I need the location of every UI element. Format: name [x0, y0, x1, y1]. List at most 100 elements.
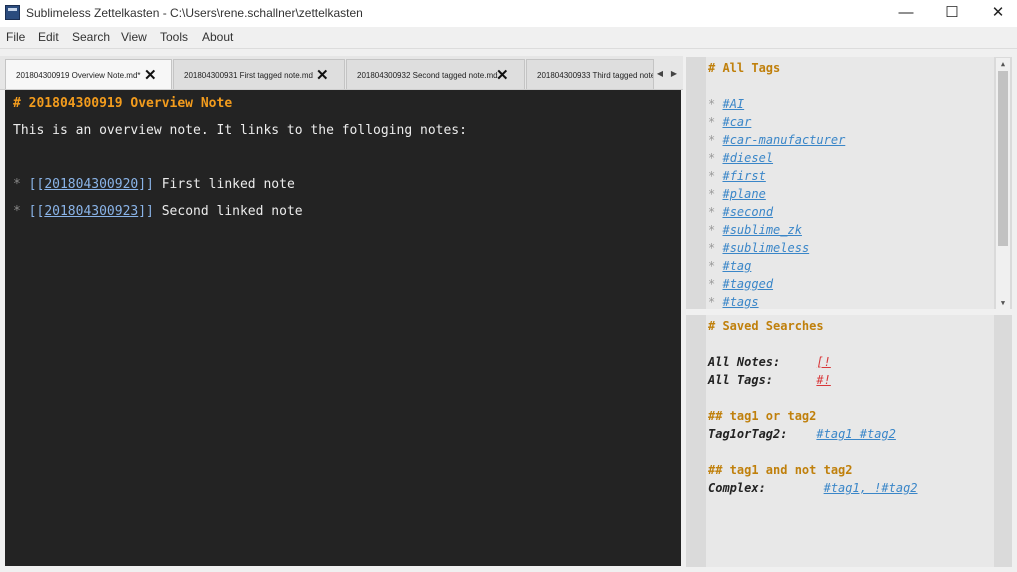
search-label: All Tags:	[708, 373, 774, 387]
tab-label: 201804300933 Third tagged note.md	[537, 71, 653, 80]
tab-overview-note[interactable]: 201804300919 Overview Note.md* ✕	[5, 59, 172, 89]
app-icon	[5, 5, 20, 20]
tag-list-item: * #tag	[708, 259, 751, 273]
tags-scrollbar[interactable]: ▲ ▼	[996, 58, 1010, 309]
scroll-down-icon[interactable]: ▼	[996, 297, 1010, 309]
bullet: *	[708, 223, 716, 237]
tab-label: 201804300932 Second tagged note.md	[357, 71, 498, 80]
tags-heading: # All Tags	[708, 61, 781, 75]
note-heading: # 201804300919 Overview Note	[13, 96, 233, 111]
link-title: Second linked note	[161, 204, 303, 219]
note-link[interactable]: 201804300923	[44, 204, 138, 219]
title-bar: Sublimeless Zettelkasten - C:\Users\rene…	[0, 0, 1017, 27]
tab-close-icon[interactable]: ✕	[144, 66, 157, 84]
bullet: *	[708, 205, 716, 219]
tag-list-item: * #tagged	[708, 277, 773, 291]
note-editor[interactable]: # 201804300919 Overview Note This is an …	[5, 90, 681, 566]
saved-searches-heading: # Saved Searches	[708, 319, 824, 333]
menu-bar: File Edit Search View Tools About	[0, 28, 1017, 49]
search-section-heading: ## tag1 or tag2	[708, 409, 817, 423]
tab-bar: 201804300919 Overview Note.md* ✕ 2018043…	[0, 56, 683, 90]
tag-list-item: * #AI	[708, 97, 744, 111]
link-close-bracket: ]]	[138, 177, 154, 192]
tag-list-item: * #second	[708, 205, 773, 219]
tag-link[interactable]: #tagged	[722, 277, 773, 291]
tag-list-item: * #plane	[708, 187, 766, 201]
tag-list-item: * #tags	[708, 295, 759, 309]
tag-link[interactable]: #AI	[722, 97, 744, 111]
tab-label: 201804300931 First tagged note.md	[184, 71, 313, 80]
tag-list-item: * #diesel	[708, 151, 773, 165]
link-open-bracket: [[	[28, 177, 45, 192]
tag-link[interactable]: #tags	[722, 295, 758, 309]
search-row: All Notes: [!	[708, 355, 831, 369]
bullet: *	[708, 241, 716, 255]
menu-view[interactable]: View	[121, 30, 147, 44]
saved-searches-panel: # Saved Searches All Notes: [! All Tags:…	[686, 315, 1012, 567]
menu-tools[interactable]: Tools	[160, 30, 188, 44]
search-query-link[interactable]: #tag1, !#tag2	[824, 481, 918, 495]
search-row: Tag1orTag2: #tag1 #tag2	[708, 427, 896, 441]
panel-content	[706, 315, 994, 567]
tag-link[interactable]: #plane	[722, 187, 765, 201]
tab-label: 201804300919 Overview Note.md*	[16, 71, 141, 80]
tag-link[interactable]: #sublimeless	[722, 241, 809, 255]
tab-third-tagged-note[interactable]: 201804300933 Third tagged note.md	[526, 59, 654, 89]
window-title: Sublimeless Zettelkasten - C:\Users\rene…	[26, 6, 363, 20]
link-close-bracket: ]]	[138, 204, 154, 219]
tag-link[interactable]: #second	[722, 205, 773, 219]
tag-list-item: * #car-manufacturer	[708, 133, 845, 147]
search-query-link[interactable]: #tag1 #tag2	[816, 427, 895, 441]
search-query-link[interactable]: [!	[816, 355, 830, 369]
search-row: Complex: #tag1, !#tag2	[708, 481, 918, 495]
menu-edit[interactable]: Edit	[38, 30, 59, 44]
menu-file[interactable]: File	[6, 30, 25, 44]
tag-link[interactable]: #sublime_zk	[722, 223, 801, 237]
tab-first-tagged-note[interactable]: 201804300931 First tagged note.md ✕	[173, 59, 345, 89]
menu-search[interactable]: Search	[72, 30, 110, 44]
bullet: *	[708, 259, 716, 273]
bullet: *	[13, 204, 21, 219]
tag-list-item: * #first	[708, 169, 766, 183]
link-open-bracket: [[	[28, 204, 45, 219]
tag-link[interactable]: #diesel	[722, 151, 773, 165]
tab-scroll-right-icon[interactable]: ▶	[668, 59, 680, 89]
bullet: *	[708, 187, 716, 201]
tag-link[interactable]: #tag	[722, 259, 751, 273]
tag-list-item: * #sublimeless	[708, 241, 809, 255]
search-label: All Notes:	[708, 355, 781, 369]
maximize-button[interactable]: ☐	[929, 0, 975, 26]
bullet: *	[708, 277, 716, 291]
close-button[interactable]: ✕	[975, 0, 1017, 26]
tag-link[interactable]: #first	[722, 169, 765, 183]
search-label: Complex:	[708, 481, 766, 495]
tag-list-item: * #sublime_zk	[708, 223, 802, 237]
menu-about[interactable]: About	[202, 30, 233, 44]
note-link-line: * [[201804300920]] First linked note	[13, 177, 295, 192]
scroll-up-icon[interactable]: ▲	[996, 58, 1010, 70]
note-link[interactable]: 201804300920	[44, 177, 138, 192]
all-tags-panel: # All Tags * #AI * #car * #car-manufacture…	[686, 57, 1012, 309]
search-row: All Tags: #!	[708, 373, 831, 387]
scroll-thumb[interactable]	[998, 71, 1008, 246]
bullet: *	[708, 169, 716, 183]
tab-scroll-left-icon[interactable]: ◀	[654, 59, 666, 89]
tab-close-icon[interactable]: ✕	[316, 66, 329, 84]
tab-second-tagged-note[interactable]: 201804300932 Second tagged note.md ✕	[346, 59, 525, 89]
bullet: *	[708, 295, 716, 309]
search-query-link[interactable]: #!	[816, 373, 830, 387]
note-link-line: * [[201804300923]] Second linked note	[13, 204, 303, 219]
tag-link[interactable]: #car-manufacturer	[722, 133, 845, 147]
link-title: First linked note	[161, 177, 295, 192]
bullet: *	[13, 177, 21, 192]
bullet: *	[708, 97, 716, 111]
note-intro: This is an overview note. It links to th…	[13, 123, 467, 138]
bullet: *	[708, 151, 716, 165]
tag-link[interactable]: #car	[722, 115, 751, 129]
tag-list-item: * #car	[708, 115, 751, 129]
search-label: Tag1orTag2:	[708, 427, 788, 441]
minimize-button[interactable]: —	[883, 0, 929, 26]
bullet: *	[708, 115, 716, 129]
search-section-heading: ## tag1 and not tag2	[708, 463, 853, 477]
tab-close-icon[interactable]: ✕	[496, 66, 509, 84]
